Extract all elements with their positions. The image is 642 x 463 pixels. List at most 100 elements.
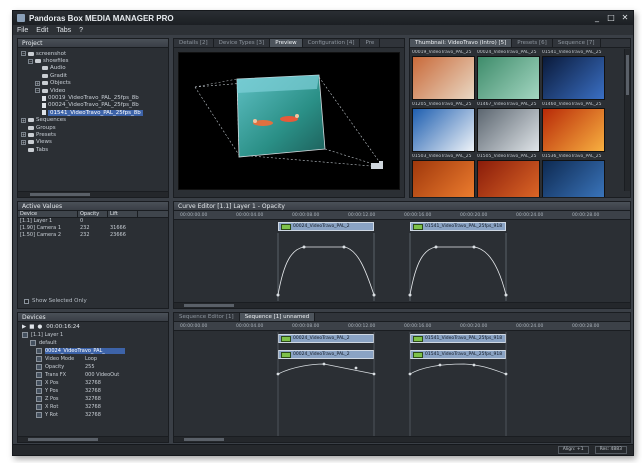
show-selected-toggle[interactable]: Show Selected Only bbox=[24, 298, 87, 304]
sequence-tab[interactable]: Sequence Editor [1] bbox=[174, 313, 240, 321]
app-logo-icon bbox=[17, 14, 25, 22]
tree-item[interactable]: + Sequences bbox=[21, 117, 165, 124]
property-icon bbox=[36, 348, 42, 354]
devices-scrollbar[interactable] bbox=[18, 436, 168, 442]
menu-help[interactable]: ? bbox=[79, 27, 83, 34]
thumbnail-item[interactable]: 00019_VideoTravo_PAL_25 bbox=[412, 50, 475, 100]
tree-item[interactable]: − screenshot bbox=[21, 50, 165, 57]
sequence-tracks[interactable]: 00024_VideoTravo_PAL_2 01541_VideoTravo_… bbox=[174, 332, 624, 438]
table-row[interactable]: [1.50] Camera 2 232 23666 bbox=[18, 232, 168, 239]
ruler-tick-label: 00:00:08.00 bbox=[292, 213, 320, 218]
expand-toggle-icon[interactable]: − bbox=[28, 58, 33, 64]
preview-tab[interactable]: Configuration [4] bbox=[303, 39, 361, 47]
device-property-row[interactable]: X Rot 32768 bbox=[22, 403, 168, 411]
tree-item[interactable]: − Video bbox=[21, 87, 165, 94]
ruler-tick-label: 00:00:20.00 bbox=[460, 324, 488, 329]
menu-edit[interactable]: Edit bbox=[36, 27, 48, 34]
app-window: Pandoras Box MEDIA MANAGER PRO _ □ ✕ Fil… bbox=[12, 10, 634, 456]
record-icon[interactable]: ● bbox=[37, 324, 42, 330]
preview-tab[interactable]: Pre bbox=[360, 39, 381, 47]
expand-toggle-icon[interactable]: − bbox=[35, 88, 40, 94]
sequence-scrollbar[interactable] bbox=[174, 436, 630, 442]
thumbnail-item[interactable]: 01205_VideoTravo_PAL_25 bbox=[412, 102, 475, 152]
thumbnail-item[interactable]: 01541_VideoTravo_PAL_25 bbox=[542, 50, 605, 100]
tree-item[interactable]: 00024_VideoTravo_PAL_25fps_8b bbox=[21, 102, 165, 109]
sequence-tabs: Sequence Editor [1] Sequence [1] unnamed bbox=[174, 313, 630, 322]
thumbnail-tab[interactable]: Presets [6] bbox=[512, 39, 553, 47]
thumbnail-item[interactable]: 00024_VideoTravo_PAL_25 bbox=[477, 50, 540, 100]
property-value: 32768 bbox=[85, 396, 101, 402]
status-bar: Align: +1 Res: 4883 bbox=[13, 444, 633, 455]
device-property-row[interactable]: Z Pos 32768 bbox=[22, 395, 168, 403]
close-icon[interactable]: ✕ bbox=[619, 13, 631, 23]
device-property-row[interactable]: Y Rot 32768 bbox=[22, 411, 168, 419]
tree-item[interactable]: Audio bbox=[21, 65, 165, 72]
show-selected-checkbox[interactable] bbox=[24, 298, 29, 304]
thumbnail-item[interactable]: 01505_VideoTravo_PAL_25 bbox=[477, 154, 540, 197]
device-property-row[interactable]: Trans FX 000 VideoOut bbox=[22, 371, 168, 379]
curve-area[interactable]: 00024_VideoTravo_PAL_2 01541_VideoTravo_… bbox=[174, 221, 630, 302]
device-property-row[interactable]: 00024_VideoTravo_PAL_ bbox=[22, 347, 168, 355]
curve-scrollbar[interactable] bbox=[174, 302, 630, 308]
table-row[interactable]: [1.90] Camera 1 232 31666 bbox=[18, 225, 168, 232]
col-lift[interactable]: Lift bbox=[108, 211, 138, 217]
expand-toggle-icon[interactable]: + bbox=[35, 80, 40, 86]
device-property-row[interactable]: X Pos 32768 bbox=[22, 379, 168, 387]
tree-item-label: Video bbox=[50, 87, 66, 94]
property-name: X Pos bbox=[45, 380, 59, 386]
ruler-tick-label: 00:00:20.00 bbox=[460, 213, 488, 218]
tree-item[interactable]: + Views bbox=[21, 139, 165, 146]
thumbnail-item[interactable]: 01503_VideoTravo_PAL_25 bbox=[412, 154, 475, 197]
thumbnail-item[interactable]: 01467_VideoTravo_PAL_25 bbox=[477, 102, 540, 152]
tree-item[interactable]: Gradit bbox=[21, 72, 165, 79]
tree-item-label: Gradit bbox=[50, 72, 68, 79]
property-name: Trans FX bbox=[45, 372, 67, 378]
status-resolution: Res: 4883 bbox=[594, 446, 627, 454]
tree-item[interactable]: + Presets bbox=[21, 131, 165, 138]
tree-item-label: Objects bbox=[50, 80, 71, 87]
device-property-row[interactable]: Y Pos 32768 bbox=[22, 387, 168, 395]
thumbnail-tab[interactable]: Sequence [7] bbox=[553, 39, 601, 47]
thumbnail-tab[interactable]: Thumbnail: VideoTravo (Intro) [5] bbox=[410, 39, 513, 47]
table-cell: [1.90] Camera 1 bbox=[20, 225, 62, 231]
project-scrollbar[interactable] bbox=[18, 191, 168, 197]
preview-tab[interactable]: Device Types [3] bbox=[214, 39, 271, 47]
ruler-tick-label: 00:00:12.00 bbox=[348, 324, 376, 329]
device-property-row[interactable]: default bbox=[22, 339, 168, 347]
folder-icon bbox=[28, 140, 34, 145]
device-property-row[interactable]: Opacity 255 bbox=[22, 363, 168, 371]
minimize-icon[interactable]: _ bbox=[591, 13, 603, 23]
tree-item[interactable]: 01541_VideoTravo_PAL_25fps_8b bbox=[21, 109, 165, 116]
col-device[interactable]: Device bbox=[18, 211, 78, 217]
tree-item[interactable]: Groups bbox=[21, 124, 165, 131]
tree-item[interactable]: + Objects bbox=[21, 80, 165, 87]
table-cell: [1.50] Camera 2 bbox=[20, 232, 62, 238]
expand-toggle-icon[interactable]: + bbox=[21, 132, 26, 138]
curve-ruler[interactable]: 00:00:00.00 00:00:04.00 00:00:08.00 00:00:1… bbox=[174, 211, 630, 220]
expand-toggle-icon[interactable]: − bbox=[21, 51, 26, 57]
thumbnail-item[interactable]: 01460_VideoTravo_PAL_25 bbox=[542, 102, 605, 152]
menu-tabs[interactable]: Tabs bbox=[56, 27, 71, 34]
play-icon[interactable]: ▶ bbox=[22, 324, 26, 330]
stop-icon[interactable]: ■ bbox=[29, 324, 34, 330]
tree-item[interactable]: − showfiles bbox=[21, 57, 165, 64]
maximize-icon[interactable]: □ bbox=[605, 13, 617, 23]
menu-file[interactable]: File bbox=[17, 27, 28, 34]
expand-toggle-icon[interactable]: + bbox=[21, 139, 26, 145]
table-cell: [1.1] Layer 1 bbox=[20, 218, 53, 224]
preview-tab[interactable]: Details [2] bbox=[174, 39, 214, 47]
status-align: Align: +1 bbox=[557, 446, 589, 454]
preview-viewport[interactable] bbox=[178, 52, 400, 190]
device-property-row[interactable]: [1.1] Layer 1 bbox=[22, 331, 168, 339]
sequence-tab[interactable]: Sequence [1] unnamed bbox=[239, 313, 316, 321]
preview-tab[interactable]: Preview bbox=[270, 39, 303, 47]
col-opacity[interactable]: Opacity bbox=[78, 211, 108, 217]
thumbnail-scrollbar[interactable] bbox=[624, 49, 630, 191]
device-property-row[interactable]: Video Mode Loop bbox=[22, 355, 168, 363]
tree-item[interactable]: Tabs bbox=[21, 146, 165, 153]
table-row[interactable]: [1.1] Layer 1 0 bbox=[18, 218, 168, 225]
thumbnail-item[interactable]: 01536_VideoTravo_PAL_25 bbox=[542, 154, 605, 197]
sequence-ruler[interactable]: 00:00:00.00 00:00:04.00 00:00:08.00 00:00:1… bbox=[174, 322, 630, 331]
tree-item[interactable]: 00019_VideoTravo_PAL_25fps_8b bbox=[21, 94, 165, 101]
expand-toggle-icon[interactable]: + bbox=[21, 117, 26, 123]
